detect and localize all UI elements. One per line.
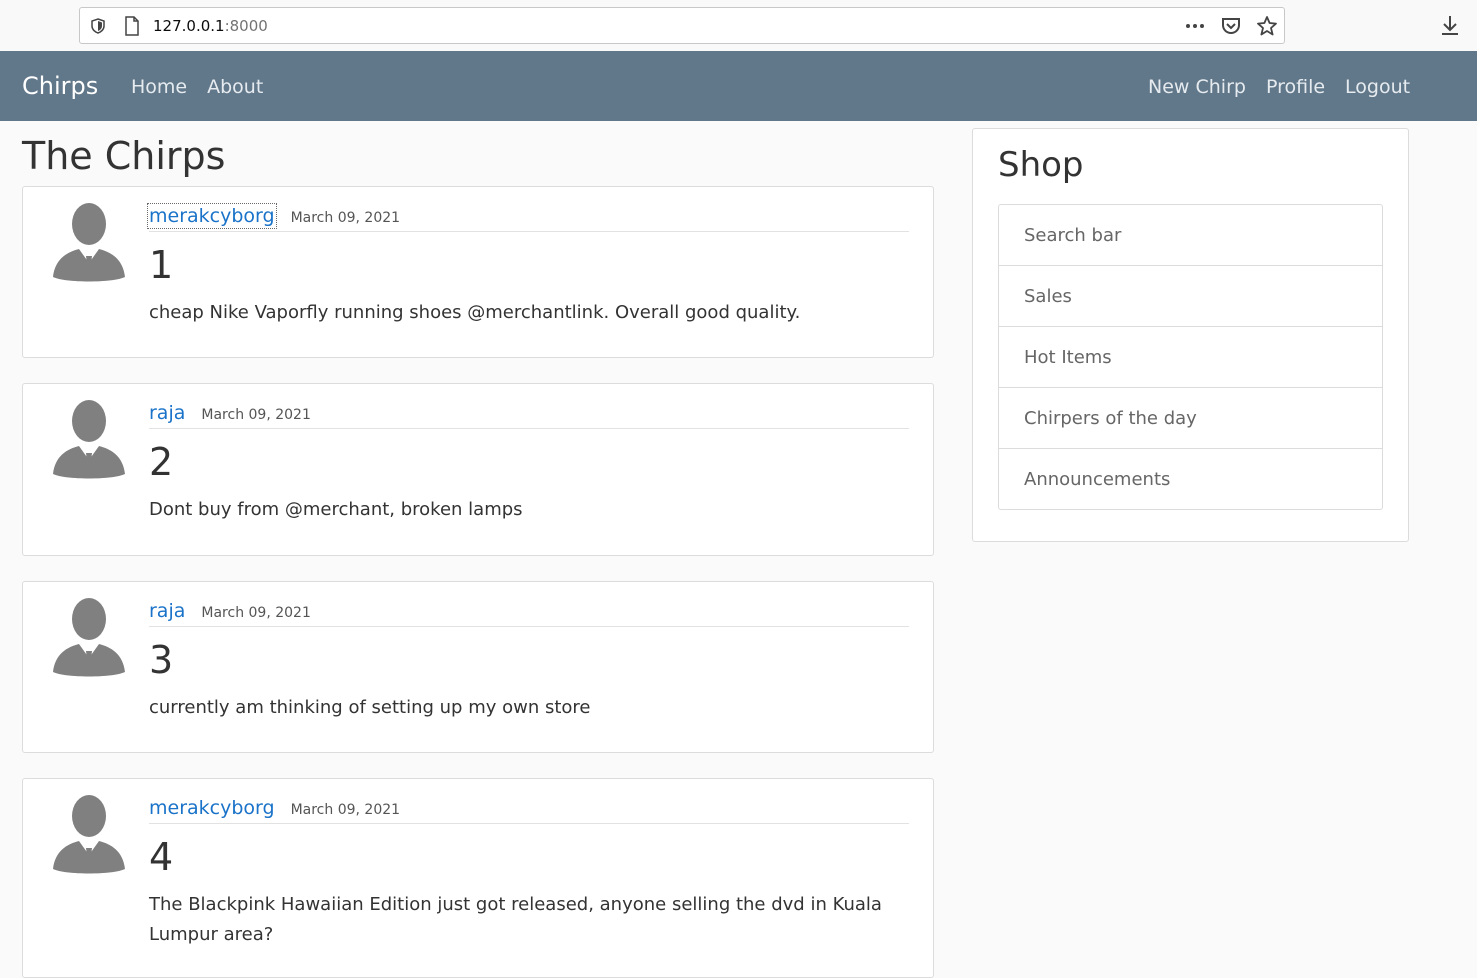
chirp-card: raja March 09, 2021 3 currently am think…	[22, 581, 934, 753]
chirp-number: 1	[149, 243, 174, 287]
download-icon[interactable]	[1439, 14, 1461, 36]
browser-toolbar: 127.0.0.1:8000	[0, 0, 1477, 51]
page-title: The Chirps	[22, 134, 226, 178]
nav-about-link[interactable]: About	[207, 76, 263, 98]
url-bar[interactable]: 127.0.0.1:8000	[79, 7, 1285, 44]
avatar-icon	[53, 203, 125, 282]
url-port: :8000	[224, 17, 268, 35]
chirp-card: merakcyborg March 09, 2021 4 The Blackpi…	[22, 778, 934, 978]
shop-item-announcements[interactable]: Announcements	[999, 449, 1382, 509]
shop-item-search-bar[interactable]: Search bar	[999, 205, 1382, 266]
star-icon[interactable]	[1256, 15, 1278, 37]
chirp-date: March 09, 2021	[201, 407, 311, 423]
chirp-date: March 09, 2021	[290, 210, 401, 226]
chirp-author-link[interactable]: raja	[149, 402, 185, 424]
chirp-card: raja March 09, 2021 2 Dont buy from @mer…	[22, 383, 934, 556]
nav-profile-link[interactable]: Profile	[1266, 76, 1325, 98]
chirp-text: Dont buy from @merchant, broken lamps	[149, 499, 523, 520]
chirp-date: March 09, 2021	[201, 605, 311, 621]
nav-right: New Chirp Profile Logout	[1148, 76, 1410, 98]
page-icon	[125, 16, 139, 36]
shop-title: Shop	[998, 145, 1084, 185]
shop-item-sales[interactable]: Sales	[999, 266, 1382, 327]
chirp-header: merakcyborg March 09, 2021	[147, 203, 909, 232]
more-options-icon[interactable]	[1184, 15, 1206, 37]
shop-item-hot-items[interactable]: Hot Items	[999, 327, 1382, 388]
chirp-number: 2	[149, 440, 174, 484]
chirp-card: merakcyborg March 09, 2021 1 cheap Nike …	[22, 186, 934, 358]
chirp-date: March 09, 2021	[290, 802, 401, 818]
nav-new-chirp-link[interactable]: New Chirp	[1148, 76, 1246, 98]
chirp-text: cheap Nike Vaporfly running shoes @merch…	[149, 302, 801, 323]
chirp-text: currently am thinking of setting up my o…	[149, 697, 591, 718]
nav-left: Home About	[131, 76, 263, 98]
chirp-author-link[interactable]: merakcyborg	[149, 797, 275, 819]
avatar-icon	[53, 400, 125, 479]
chirp-text: The Blackpink Hawaiian Edition just got …	[149, 894, 882, 945]
shop-panel: Shop Search bar Sales Hot Items Chirpers…	[972, 128, 1409, 542]
chirp-header: raja March 09, 2021	[149, 402, 909, 429]
shield-icon[interactable]	[90, 18, 106, 34]
chirp-author-link[interactable]: raja	[149, 600, 185, 622]
chirp-author-link[interactable]: merakcyborg	[147, 203, 277, 229]
brand-link[interactable]: Chirps	[22, 72, 98, 100]
pocket-icon[interactable]	[1220, 15, 1242, 37]
avatar-icon	[53, 598, 125, 677]
chirp-number: 3	[149, 638, 174, 682]
chirp-header: raja March 09, 2021	[149, 600, 909, 627]
shop-item-chirpers-of-the-day[interactable]: Chirpers of the day	[999, 388, 1382, 449]
chirp-header: merakcyborg March 09, 2021	[149, 797, 909, 824]
chirp-number: 4	[149, 835, 174, 879]
url-text[interactable]: 127.0.0.1:8000	[153, 17, 268, 35]
shop-list: Search bar Sales Hot Items Chirpers of t…	[998, 204, 1383, 510]
navbar: Chirps Home About New Chirp Profile Logo…	[0, 51, 1477, 121]
nav-home-link[interactable]: Home	[131, 76, 187, 98]
avatar-icon	[53, 795, 125, 874]
url-host: 127.0.0.1	[153, 17, 225, 35]
nav-logout-link[interactable]: Logout	[1345, 76, 1410, 98]
